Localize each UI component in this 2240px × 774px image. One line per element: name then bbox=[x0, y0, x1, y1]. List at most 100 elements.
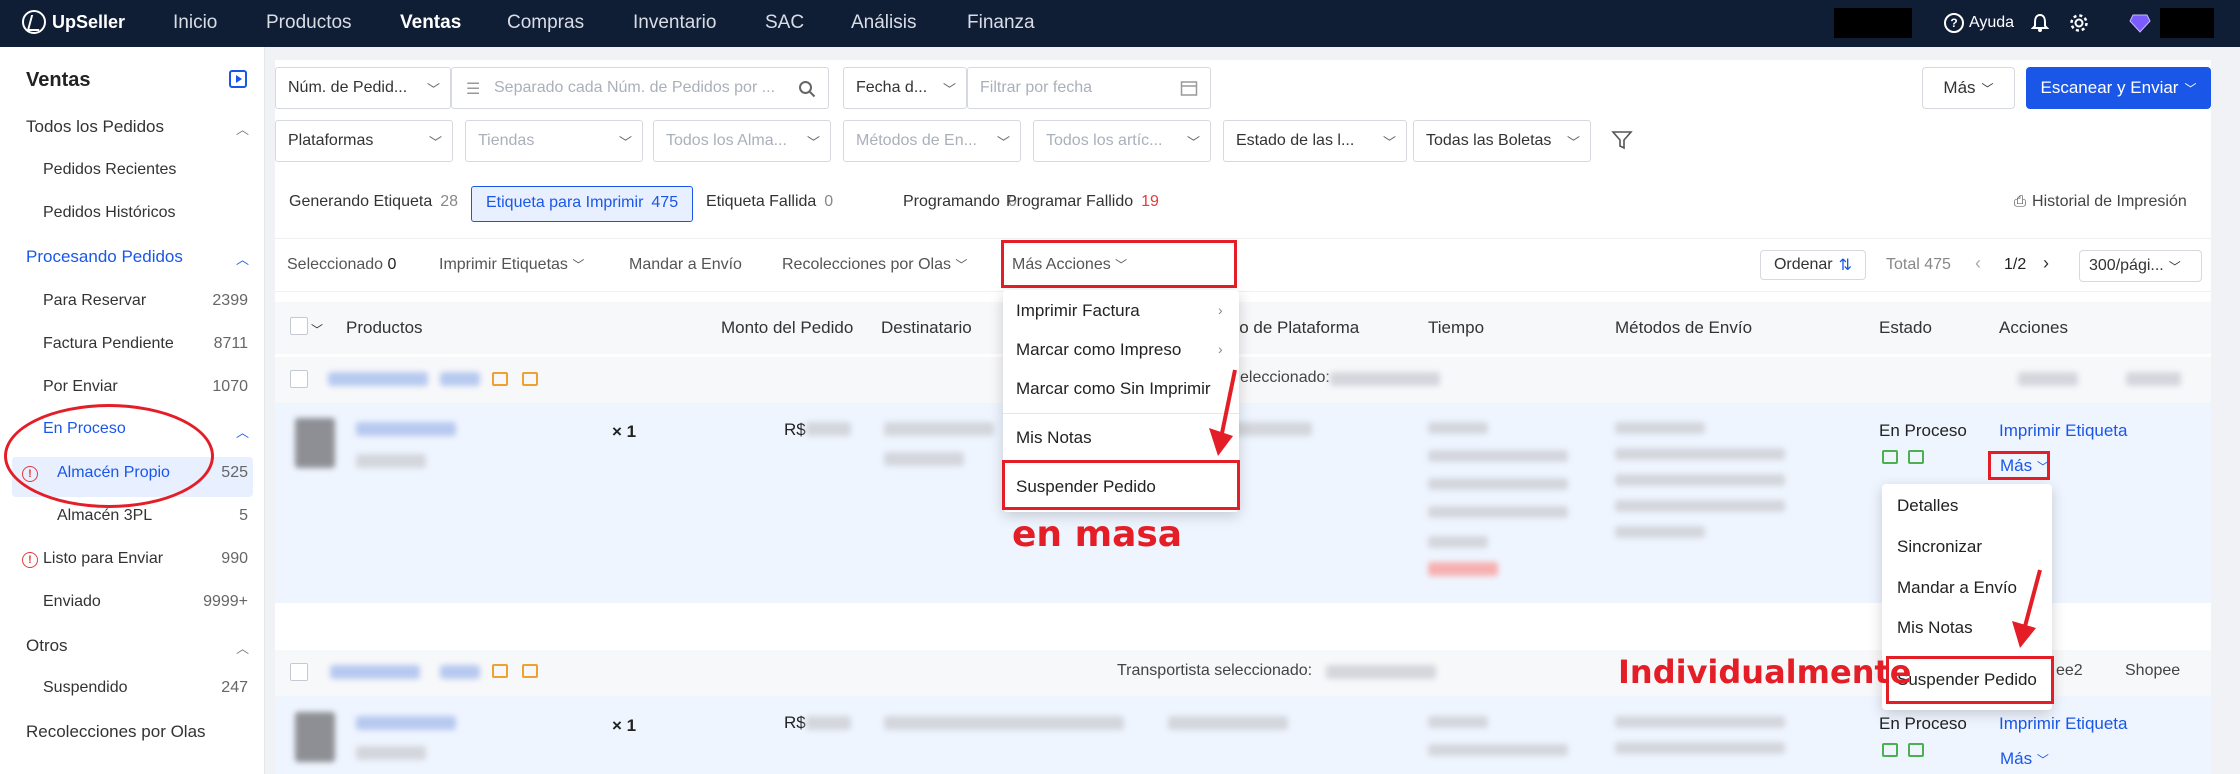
sidebar-item-historic[interactable]: Pedidos Históricos bbox=[43, 204, 176, 222]
recipient-redacted bbox=[884, 452, 964, 466]
sidebar-group-all-orders[interactable]: Todos los Pedidos bbox=[26, 117, 164, 137]
sidebar-item-recent[interactable]: Pedidos Recientes bbox=[43, 161, 176, 179]
bell-icon[interactable] bbox=[2031, 13, 2049, 33]
date-type-select[interactable]: Fecha d... ﹀ bbox=[843, 67, 967, 109]
chevron-up-icon[interactable]: ︿ bbox=[236, 119, 249, 138]
nav-inicio[interactable]: Inicio bbox=[173, 12, 217, 34]
menu-item-mark-printed[interactable]: Marcar como Impreso bbox=[1016, 340, 1181, 360]
platform-id-redacted bbox=[1168, 716, 1288, 730]
print-label-link[interactable]: Imprimir Etiqueta bbox=[1999, 714, 2127, 734]
row-checkbox[interactable] bbox=[290, 370, 308, 388]
note-icon[interactable] bbox=[522, 664, 538, 678]
per-page-select[interactable]: 300/pági... ﹀ bbox=[2079, 250, 2202, 282]
list-icon: ☰ bbox=[466, 81, 481, 98]
tab-schedule-failed[interactable]: Programar Fallido 19 bbox=[1006, 193, 1159, 211]
nav-analisis[interactable]: Análisis bbox=[851, 12, 916, 34]
sidebar-item-suspended[interactable]: Suspendido bbox=[43, 679, 128, 697]
tab-generating-label[interactable]: Generando Etiqueta 28 bbox=[289, 193, 458, 211]
tab-count: 0 bbox=[824, 193, 834, 210]
sidebar-item-invoice-pending[interactable]: Factura Pendiente bbox=[43, 335, 174, 353]
date-filter-input[interactable]: Filtrar por fecha bbox=[967, 67, 1211, 109]
diamond-icon[interactable] bbox=[2129, 13, 2151, 33]
row-more-label: Más bbox=[2000, 749, 2033, 768]
print-history-link[interactable]: ⎙ Historial de Impresión bbox=[2014, 193, 2187, 211]
tab-label-to-print[interactable]: Etiqueta para Imprimir 475 bbox=[471, 186, 694, 222]
tab-label-failed[interactable]: Etiqueta Fallida 0 bbox=[706, 193, 833, 211]
warehouses-select[interactable]: Todos los Alma... ﹀ bbox=[653, 120, 831, 162]
tab-scheduling[interactable]: Programando 0 bbox=[903, 193, 1017, 211]
menu-item-send-to-shipping[interactable]: Mandar a Envío bbox=[1897, 578, 2017, 598]
platforms-select[interactable]: Plataformas ﹀ bbox=[275, 120, 453, 162]
row-more-button[interactable]: Más ﹀ bbox=[2000, 749, 2049, 769]
shipping-methods-select[interactable]: Métodos de En... ﹀ bbox=[843, 120, 1021, 162]
chevron-up-icon[interactable]: ︿ bbox=[236, 422, 249, 441]
amount-redacted bbox=[806, 716, 851, 730]
brand-logo[interactable]: UpSeller bbox=[22, 10, 125, 34]
scan-and-ship-button[interactable]: Escanear y Enviar ﹀ bbox=[2026, 67, 2211, 109]
sidebar-item-to-reserve[interactable]: Para Reservar bbox=[43, 292, 146, 310]
tab-count: 475 bbox=[651, 194, 679, 211]
sidebar-item-3pl-warehouse[interactable]: Almacén 3PL bbox=[57, 507, 152, 525]
order-number-select[interactable]: Núm. de Pedid... ﹀ bbox=[275, 67, 451, 109]
stores-select[interactable]: Tiendas ﹀ bbox=[465, 120, 643, 162]
menu-item-details[interactable]: Detalles bbox=[1897, 496, 1958, 516]
shipping-redacted bbox=[1615, 500, 1785, 512]
sidebar-item-wave-pickups[interactable]: Recolecciones por Olas bbox=[26, 722, 206, 742]
chevron-down-icon[interactable]: ﹀ bbox=[311, 321, 323, 338]
nav-inventario[interactable]: Inventario bbox=[633, 12, 716, 34]
sidebar-item-to-ship[interactable]: Por Enviar bbox=[43, 378, 118, 396]
collapse-sidebar-icon[interactable] bbox=[229, 70, 247, 88]
recipient-redacted bbox=[884, 716, 1124, 730]
next-page-icon[interactable]: › bbox=[2043, 253, 2049, 274]
chevron-up-icon[interactable]: ︿ bbox=[236, 638, 249, 657]
prev-page-icon[interactable]: ‹ bbox=[1975, 253, 1981, 274]
print-labels-button[interactable]: Imprimir Etiquetas ﹀ bbox=[439, 256, 584, 274]
col-time: Tiempo bbox=[1428, 318, 1485, 337]
send-to-shipping-button[interactable]: Mandar a Envío bbox=[629, 256, 742, 274]
row-checkbox[interactable] bbox=[290, 663, 308, 681]
sidebar-group-others[interactable]: Otros bbox=[26, 636, 68, 656]
select-all-checkbox[interactable] bbox=[290, 317, 308, 335]
nav-compras[interactable]: Compras bbox=[507, 12, 584, 34]
annotation-box bbox=[1001, 240, 1237, 288]
sidebar-group-processing[interactable]: Procesando Pedidos bbox=[26, 247, 183, 267]
gear-icon[interactable] bbox=[2069, 13, 2089, 33]
search-icon[interactable] bbox=[798, 80, 816, 98]
filter-icon[interactable] bbox=[1611, 129, 1633, 151]
date-filter-placeholder: Filtrar por fecha bbox=[980, 79, 1093, 96]
sort-button[interactable]: Ordenar ⇅ bbox=[1760, 250, 1866, 280]
platforms-value: Plataformas bbox=[288, 132, 374, 149]
printer-icon: ⎙ bbox=[2014, 193, 2027, 210]
menu-item-mark-unprinted[interactable]: Marcar como Sin Imprimir bbox=[1016, 379, 1211, 399]
tab-label: Programando bbox=[903, 193, 1000, 210]
nav-productos[interactable]: Productos bbox=[266, 12, 352, 34]
shipping-redacted bbox=[1615, 448, 1785, 460]
help-icon: ? bbox=[1944, 13, 1964, 33]
tickets-select[interactable]: Todas las Boletas ﹀ bbox=[1413, 120, 1591, 162]
sidebar-item-ready[interactable]: Listo para Enviar bbox=[43, 550, 163, 568]
message-icon[interactable] bbox=[492, 664, 508, 678]
order-search-input[interactable]: ☰ Separado cada Núm. de Pedidos por ... bbox=[451, 67, 829, 109]
sidebar-item-sent[interactable]: Enviado bbox=[43, 593, 101, 611]
note-icon[interactable] bbox=[522, 372, 538, 386]
print-label-link[interactable]: Imprimir Etiqueta bbox=[1999, 421, 2127, 441]
message-icon[interactable] bbox=[492, 372, 508, 386]
help-link[interactable]: ? Ayuda bbox=[1944, 13, 2014, 33]
nav-ventas[interactable]: Ventas bbox=[400, 12, 461, 34]
chevron-up-icon[interactable]: ︿ bbox=[236, 249, 249, 268]
nav-sac[interactable]: SAC bbox=[765, 12, 804, 34]
annotation-box bbox=[1988, 451, 2050, 480]
currency: R$ bbox=[784, 420, 806, 439]
menu-item-my-notes[interactable]: Mis Notas bbox=[1897, 618, 1973, 638]
ticket-status-select[interactable]: Estado de las l... ﹀ bbox=[1223, 120, 1407, 162]
brand-name: UpSeller bbox=[52, 11, 126, 32]
wave-pickups-button[interactable]: Recolecciones por Olas ﹀ bbox=[782, 256, 967, 274]
more-button[interactable]: Más ﹀ bbox=[1922, 67, 2015, 109]
menu-item-sync[interactable]: Sincronizar bbox=[1897, 537, 1982, 557]
menu-item-print-invoice[interactable]: Imprimir Factura bbox=[1016, 301, 1140, 321]
items-select[interactable]: Todos los artíc... ﹀ bbox=[1033, 120, 1211, 162]
sidebar-count: 8711 bbox=[213, 335, 248, 352]
nav-finanza[interactable]: Finanza bbox=[967, 12, 1035, 34]
menu-item-my-notes[interactable]: Mis Notas bbox=[1016, 428, 1092, 448]
chevron-down-icon: ﹀ bbox=[1981, 81, 1994, 96]
